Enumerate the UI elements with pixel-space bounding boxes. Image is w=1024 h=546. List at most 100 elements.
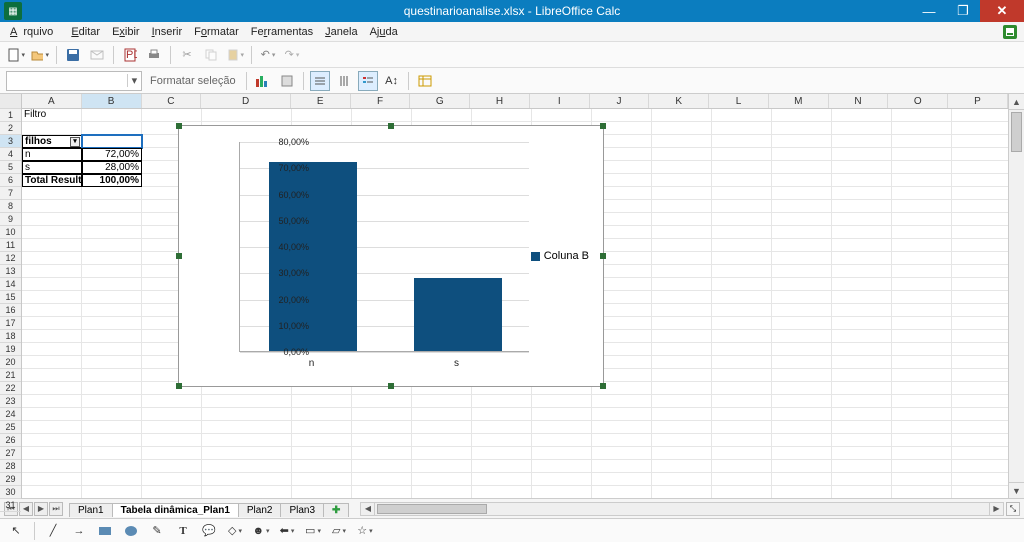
- line-tool[interactable]: ╱: [43, 521, 63, 541]
- row-header-11[interactable]: 11: [0, 239, 21, 252]
- row-header-8[interactable]: 8: [0, 200, 21, 213]
- chart-object[interactable]: Coluna B 0,00%10,00%20,00%30,00%40,00%50…: [178, 125, 604, 387]
- arrow-tool[interactable]: →: [69, 521, 89, 541]
- resize-handle[interactable]: [176, 253, 182, 259]
- col-header-E[interactable]: E: [291, 94, 351, 108]
- autofilter-dropdown-icon[interactable]: ▾: [70, 137, 80, 147]
- resize-handle[interactable]: [388, 383, 394, 389]
- chart-data-table-button[interactable]: [415, 71, 435, 91]
- maximize-button[interactable]: ❐: [946, 0, 980, 22]
- cell-B5[interactable]: 28,00%: [82, 161, 142, 174]
- menu-formatar[interactable]: Formatar: [188, 24, 245, 40]
- rectangle-tool[interactable]: [95, 521, 115, 541]
- minimize-button[interactable]: —: [912, 0, 946, 22]
- tab-prev-button[interactable]: ◀: [19, 502, 33, 516]
- resize-handle[interactable]: [600, 383, 606, 389]
- col-header-F[interactable]: F: [351, 94, 411, 108]
- row-header-17[interactable]: 17: [0, 317, 21, 330]
- row-header-30[interactable]: 30: [0, 486, 21, 499]
- row-header-21[interactable]: 21: [0, 369, 21, 382]
- col-header-M[interactable]: M: [769, 94, 829, 108]
- menu-ferramentas[interactable]: Ferramentas: [245, 24, 319, 40]
- row-header-28[interactable]: 28: [0, 460, 21, 473]
- symbol-shapes-tool[interactable]: ☻: [251, 521, 271, 541]
- text-tool[interactable]: T: [173, 521, 193, 541]
- cut-button[interactable]: ✂: [177, 45, 197, 65]
- row-header-29[interactable]: 29: [0, 473, 21, 486]
- stars-tool[interactable]: ☆: [355, 521, 375, 541]
- row-header-31[interactable]: 31: [0, 499, 21, 512]
- row-header-7[interactable]: 7: [0, 187, 21, 200]
- row-header-26[interactable]: 26: [0, 434, 21, 447]
- sheet-tab[interactable]: Plan2: [238, 503, 282, 517]
- tab-next-button[interactable]: ▶: [34, 502, 48, 516]
- row-header-15[interactable]: 15: [0, 291, 21, 304]
- col-header-H[interactable]: H: [470, 94, 530, 108]
- row-header-22[interactable]: 22: [0, 382, 21, 395]
- row-header-19[interactable]: 19: [0, 343, 21, 356]
- resize-handle[interactable]: [388, 123, 394, 129]
- sheet-tab[interactable]: Plan3: [280, 503, 324, 517]
- row-header-4[interactable]: 4: [0, 148, 21, 161]
- menu-ajuda[interactable]: Ajuda: [364, 24, 404, 40]
- cell-A3[interactable]: filhos▾: [22, 135, 82, 148]
- split-handle[interactable]: ⤡: [1006, 502, 1020, 516]
- paste-button[interactable]: [225, 45, 245, 65]
- scroll-thumb[interactable]: [1011, 112, 1022, 152]
- scroll-right-icon[interactable]: ▶: [989, 503, 1003, 515]
- col-header-C[interactable]: C: [142, 94, 202, 108]
- row-header-2[interactable]: 2: [0, 122, 21, 135]
- ellipse-tool[interactable]: [121, 521, 141, 541]
- select-tool[interactable]: ↖: [6, 521, 26, 541]
- chart-element-dropdown-icon[interactable]: ▾: [127, 74, 141, 87]
- row-header-3[interactable]: 3: [0, 135, 21, 148]
- grid[interactable]: ABCDEFGHIJKLMNOP Filtrofilhos▾n72,00%s28…: [22, 94, 1008, 498]
- tab-last-button[interactable]: ⏭: [49, 502, 63, 516]
- col-header-K[interactable]: K: [649, 94, 709, 108]
- col-header-A[interactable]: A: [22, 94, 82, 108]
- resize-handle[interactable]: [176, 123, 182, 129]
- cell-A1[interactable]: Filtro: [22, 109, 82, 122]
- col-header-G[interactable]: G: [410, 94, 470, 108]
- row-header-10[interactable]: 10: [0, 226, 21, 239]
- cell-A6[interactable]: Total Resultado: [22, 174, 82, 187]
- col-header-L[interactable]: L: [709, 94, 769, 108]
- row-header-14[interactable]: 14: [0, 278, 21, 291]
- add-sheet-button[interactable]: ✚: [323, 503, 349, 517]
- row-header-6[interactable]: 6: [0, 174, 21, 187]
- cell-A5[interactable]: s: [22, 161, 82, 174]
- redo-button[interactable]: ↷: [282, 45, 302, 65]
- chart-text-scale-button[interactable]: A↕: [382, 71, 402, 91]
- cell-B6[interactable]: 100,00%: [82, 174, 142, 187]
- scroll-left-icon[interactable]: ◀: [361, 503, 375, 515]
- row-header-27[interactable]: 27: [0, 447, 21, 460]
- sheet-tab[interactable]: Plan1: [69, 503, 113, 517]
- menu-janela[interactable]: Janela: [319, 24, 363, 40]
- undo-button[interactable]: ↶: [258, 45, 278, 65]
- chart-element-input[interactable]: [7, 75, 127, 87]
- open-button[interactable]: [30, 45, 50, 65]
- row-header-20[interactable]: 20: [0, 356, 21, 369]
- export-pdf-button[interactable]: PDF: [120, 45, 140, 65]
- flowcharts-tool[interactable]: ▭: [303, 521, 323, 541]
- chart-3d-button[interactable]: [277, 71, 297, 91]
- format-selection-button[interactable]: Formatar seleção: [146, 75, 240, 87]
- col-header-I[interactable]: I: [530, 94, 590, 108]
- callouts-tool[interactable]: ▱: [329, 521, 349, 541]
- row-header-9[interactable]: 9: [0, 213, 21, 226]
- polygon-tool[interactable]: ✎: [147, 521, 167, 541]
- col-header-P[interactable]: P: [948, 94, 1008, 108]
- callout-tool[interactable]: 💬: [199, 521, 219, 541]
- chart-grid-v-button[interactable]: [334, 71, 354, 91]
- save-button[interactable]: [63, 45, 83, 65]
- chart-type-button[interactable]: [253, 71, 273, 91]
- close-button[interactable]: ✕: [980, 0, 1024, 22]
- chart-element-selector[interactable]: ▾: [6, 71, 142, 91]
- row-header-5[interactable]: 5: [0, 161, 21, 174]
- email-button[interactable]: [87, 45, 107, 65]
- row-header-16[interactable]: 16: [0, 304, 21, 317]
- print-button[interactable]: [144, 45, 164, 65]
- row-header-13[interactable]: 13: [0, 265, 21, 278]
- vertical-scrollbar[interactable]: ▲ ▼: [1008, 94, 1024, 498]
- resize-handle[interactable]: [600, 123, 606, 129]
